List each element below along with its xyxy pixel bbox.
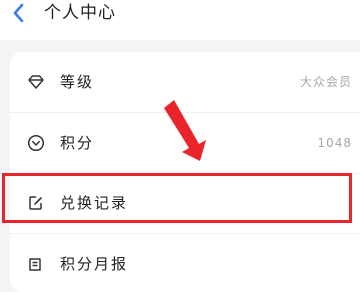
menu-item-label: 积分月报 (60, 255, 129, 273)
chevron-left-icon (13, 3, 24, 23)
menu-item-monthly-report[interactable]: 积分月报 (10, 234, 360, 292)
menu-item-points[interactable]: 积分 1048 (10, 113, 360, 173)
menu-item-value: 大众会员 (299, 75, 352, 89)
report-icon (29, 258, 41, 271)
circle-chevron-icon (27, 134, 45, 152)
menu-item-redeem-history[interactable]: 兑换记录 (10, 173, 360, 233)
menu-card: 等级 大众会员 积分 1048 兑换记录 积分月报 (10, 52, 360, 292)
menu-item-value: 1048 (317, 136, 352, 150)
edit-note-icon (29, 196, 42, 210)
menu-item-level[interactable]: 等级 大众会员 (10, 52, 360, 112)
back-button[interactable] (6, 0, 32, 28)
diamond-icon (28, 75, 44, 89)
page-title: 个人中心 (44, 3, 116, 23)
menu-item-label: 等级 (60, 73, 95, 91)
header-bar: 个人中心 (0, 0, 360, 40)
menu-item-label: 兑换记录 (60, 194, 129, 212)
menu-item-label: 积分 (60, 134, 95, 152)
